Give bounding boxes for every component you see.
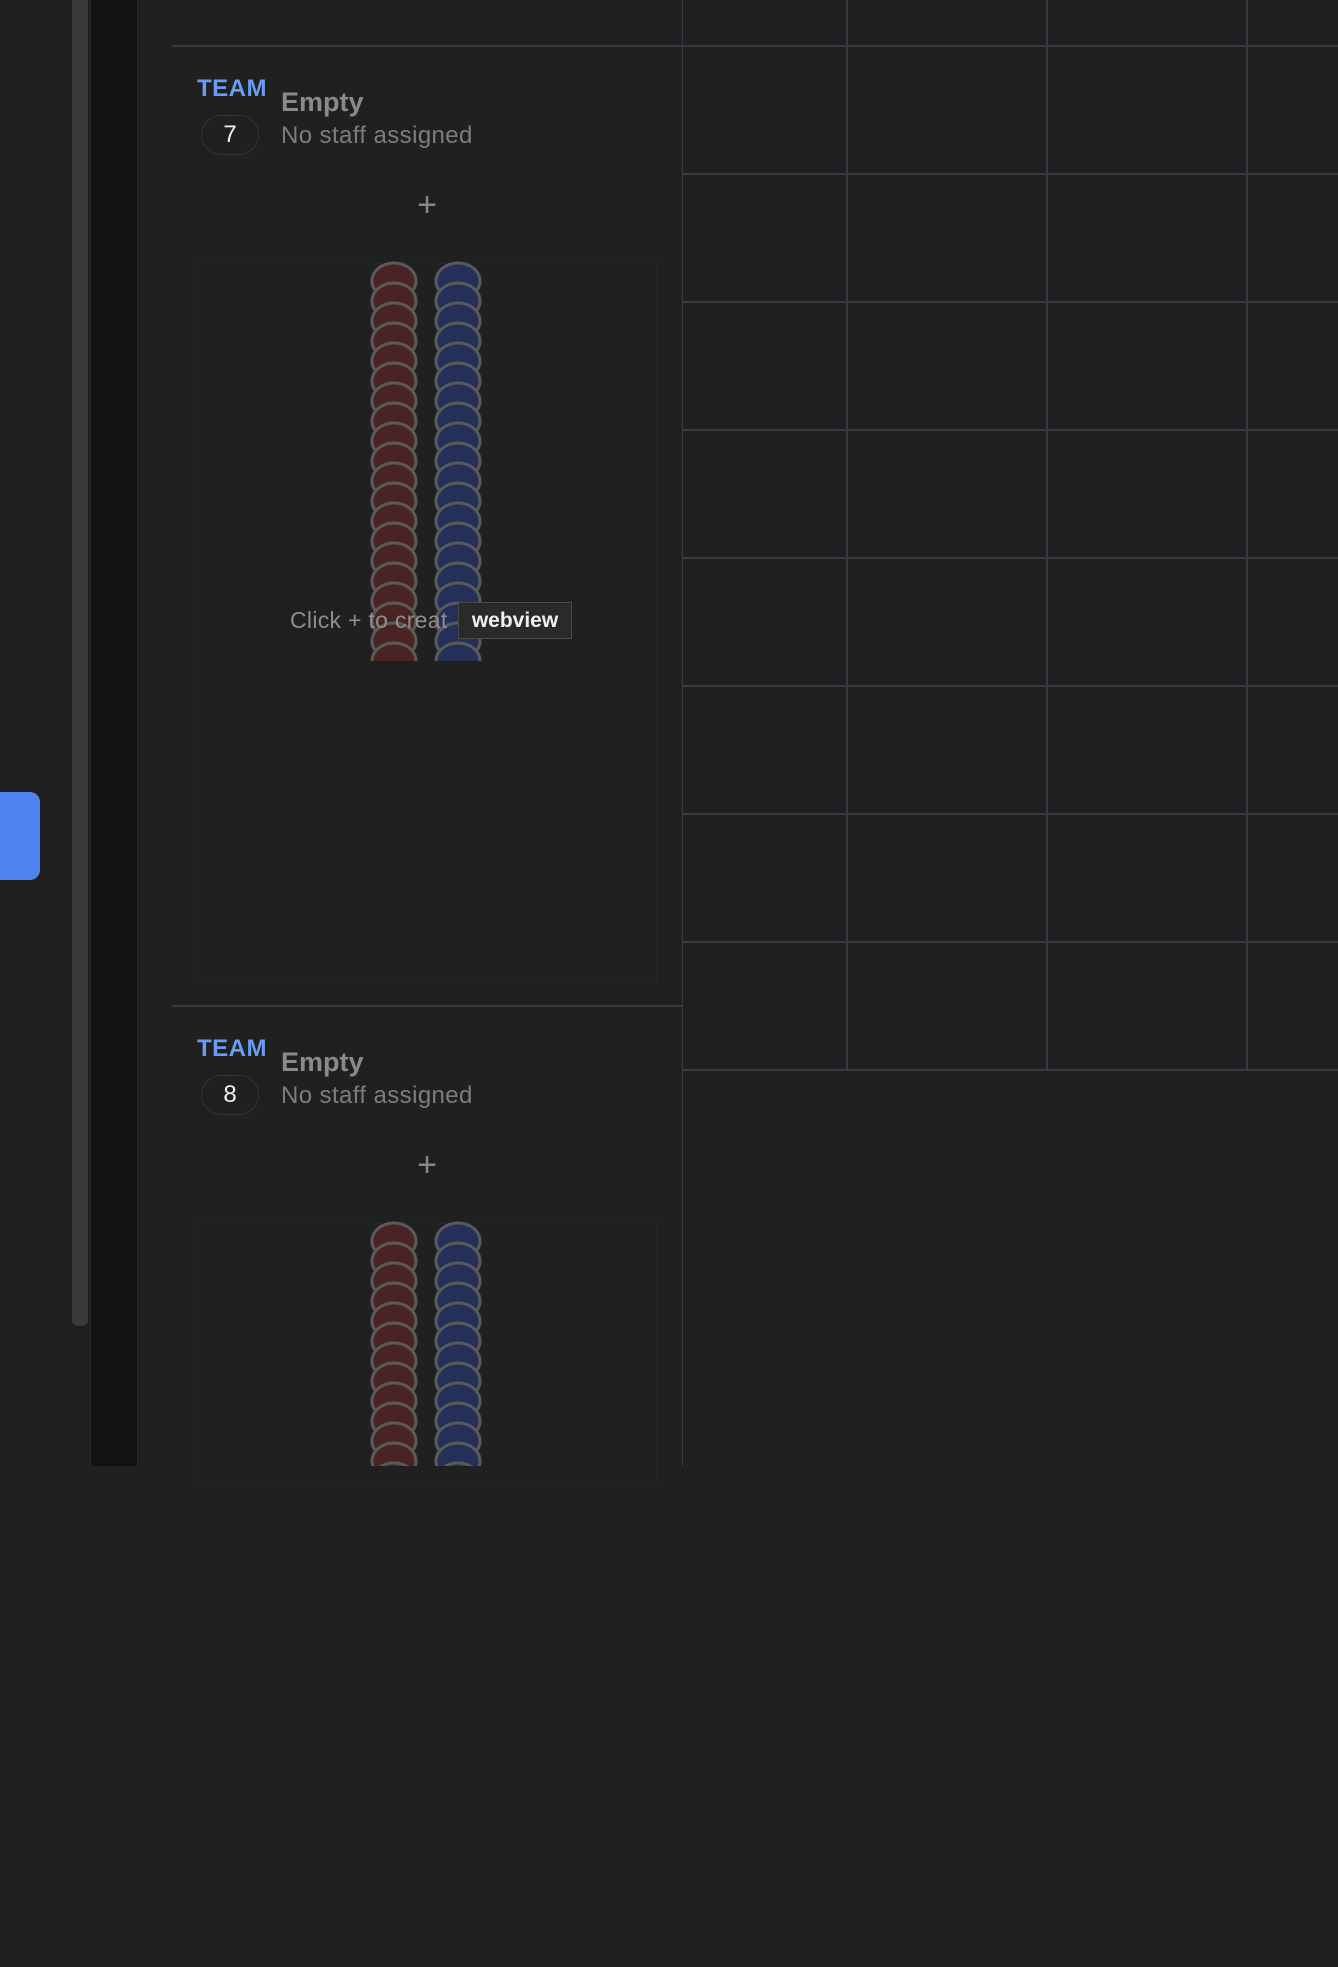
team-subtitle: No staff assigned: [281, 1082, 473, 1109]
team-card: TEAM 8 Empty No staff assigned +: [172, 1007, 682, 1967]
team-name: Empty: [281, 1047, 364, 1077]
team-number-badge: 7: [201, 115, 259, 155]
grid-column-line: [846, 0, 848, 1071]
team-label: TEAM: [197, 1035, 267, 1062]
team-name: Empty: [281, 87, 364, 117]
blue-disc-stack: [434, 1221, 482, 1466]
team-card: TEAM 7 Empty No staff assigned + Click +…: [172, 47, 682, 1007]
schedule-grid[interactable]: [683, 0, 1338, 1071]
team-number-badge: 8: [201, 1075, 259, 1115]
team-subtitle: No staff assigned: [281, 122, 473, 149]
team-drop-area[interactable]: [197, 1223, 657, 1483]
add-staff-button[interactable]: +: [412, 1148, 442, 1182]
blue-disc-stack: [434, 261, 482, 661]
grid-row-line: [683, 813, 1338, 815]
blue-disc-stack-graphic: [434, 261, 482, 661]
grid-row-line: [683, 173, 1338, 175]
grid-row-line: [683, 557, 1338, 559]
red-disc-stack-graphic: [370, 1221, 418, 1466]
side-tab[interactable]: [0, 792, 40, 880]
grid-row-line: [683, 1069, 1338, 1071]
grid-row-line: [683, 429, 1338, 431]
grid-row-line: [683, 685, 1338, 687]
scrollbar[interactable]: [72, 0, 88, 1326]
grid-column-line: [1046, 0, 1048, 1071]
add-staff-button[interactable]: +: [412, 188, 442, 222]
team-label: TEAM: [197, 75, 267, 102]
red-disc-stack: [370, 1221, 418, 1466]
grid-row-line: [683, 301, 1338, 303]
grid-row-line: [683, 45, 1338, 47]
red-disc-stack: [370, 261, 418, 661]
grid-row-line: [683, 941, 1338, 943]
grid-column-line: [1246, 0, 1248, 1071]
side-rail: [90, 0, 138, 1466]
tooltip: webview: [458, 602, 572, 639]
blue-disc-stack-graphic: [434, 1221, 482, 1466]
empty-hint: Click + to creat: [290, 607, 448, 633]
red-disc-stack-graphic: [370, 261, 418, 661]
